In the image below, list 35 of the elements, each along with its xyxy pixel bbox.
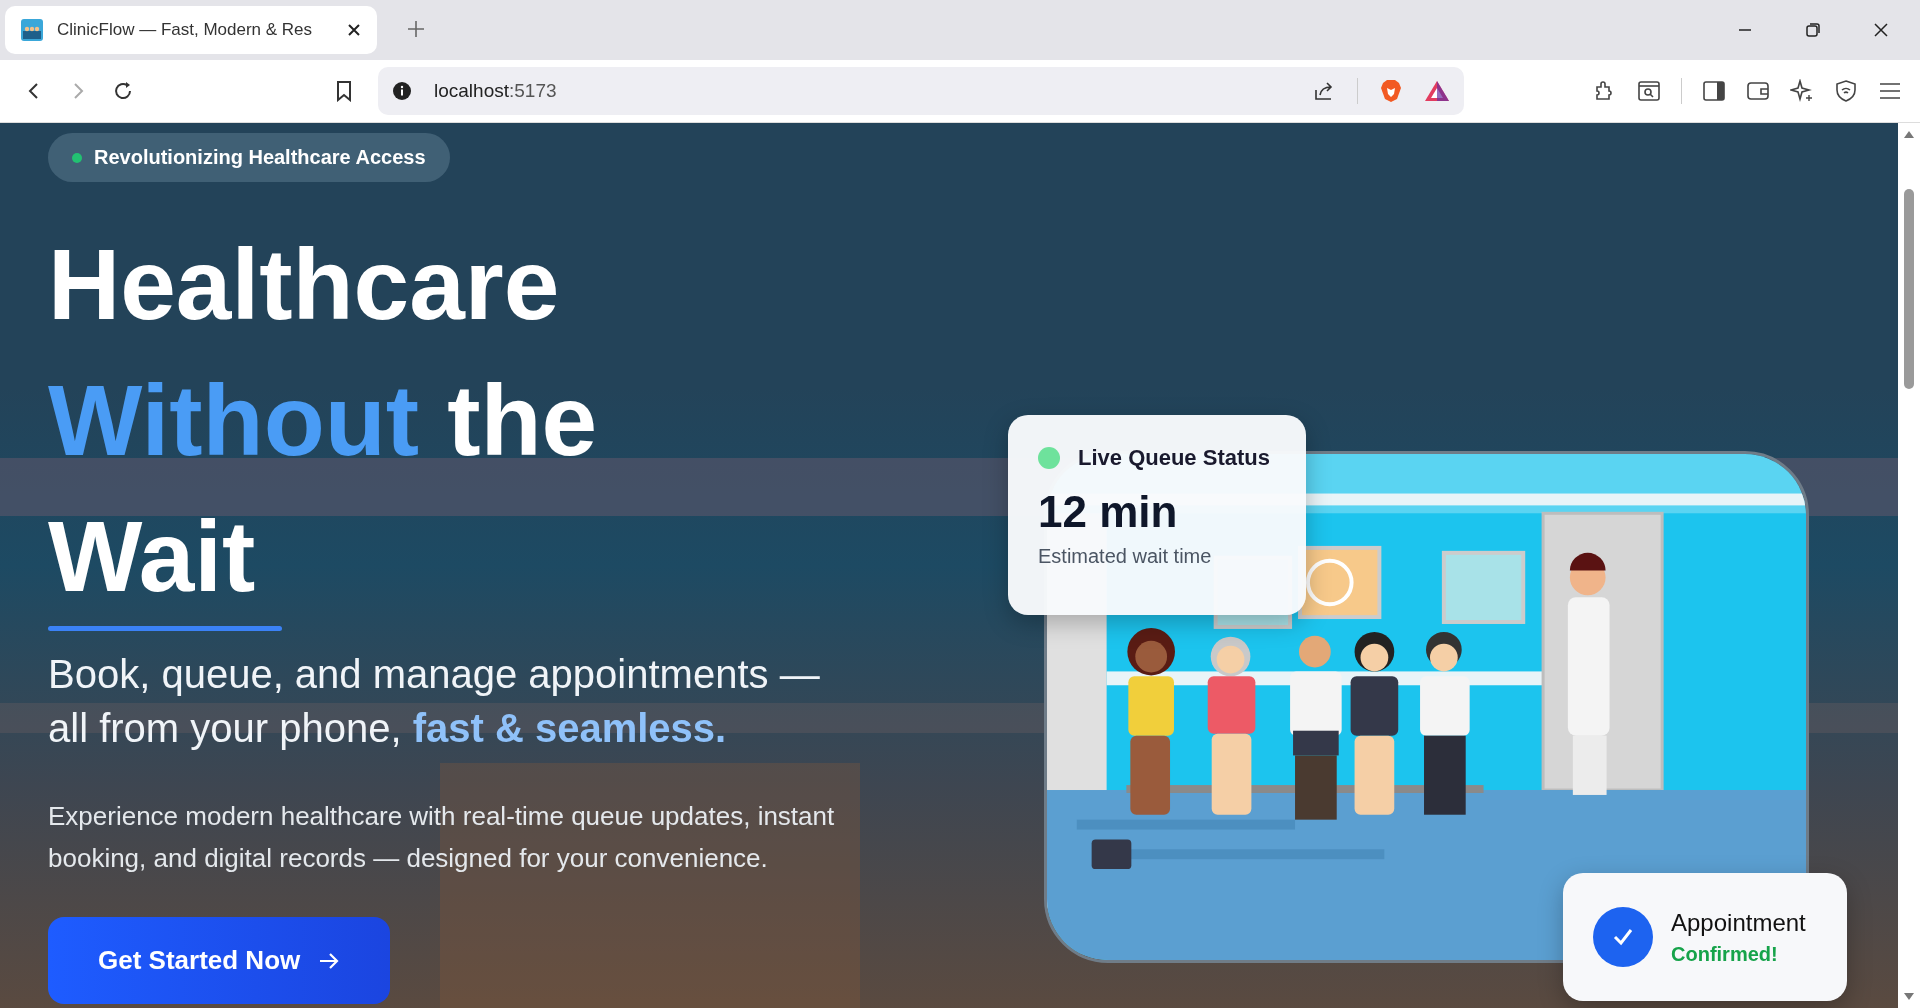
close-tab-icon[interactable] (347, 23, 361, 37)
restore-icon[interactable] (1805, 22, 1821, 38)
wait-time-value: 12 min (1038, 487, 1179, 537)
wallet-icon[interactable] (1746, 79, 1770, 103)
description-text: Experience modern healthcare with real-time queue updates, instant booking, and digital records — designed for your convenience. (48, 800, 836, 875)
browser-tab[interactable]: ClinicFlow — Fast, Modern & Res (5, 6, 377, 54)
subtitle-text: Book, queue, and manage appointments — all from your phone, fast & seamless. (48, 651, 821, 752)
headline-text: the (447, 363, 598, 478)
get-started-button[interactable]: Get Started Now (48, 917, 391, 1004)
headline-text: Healthcare (48, 227, 560, 342)
sparkle-icon[interactable] (1790, 79, 1814, 103)
lion-shield-icon[interactable] (1380, 79, 1402, 103)
reload-icon[interactable] (112, 80, 134, 102)
badge-label: Revolutionizing Healthcare Access (94, 146, 426, 169)
address-bar[interactable]: localhost:5173 (378, 67, 1464, 115)
headline-text: Without (48, 363, 420, 478)
scroll-up-icon[interactable] (1903, 129, 1915, 139)
appointment-title: Appointment (1671, 908, 1806, 937)
scrollbar-thumb[interactable] (1904, 189, 1914, 389)
new-tab-icon[interactable] (407, 20, 425, 38)
sidebar-icon[interactable] (1702, 79, 1726, 103)
arrow-right-icon (318, 950, 341, 971)
close-icon[interactable] (1873, 22, 1889, 38)
queue-card-title: Live Queue Status (1078, 445, 1270, 471)
scroll-down-icon[interactable] (1903, 992, 1915, 1002)
headline-text: Wait (48, 499, 256, 614)
share-icon[interactable] (1313, 80, 1335, 102)
clinic-favicon-icon (21, 19, 43, 41)
triangle-icon[interactable] (1424, 80, 1450, 102)
wait-time-caption: Estimated wait time (1038, 545, 1213, 568)
shield-icon[interactable] (1834, 79, 1858, 103)
bookmark-icon[interactable] (334, 80, 354, 102)
appointment-status: Confirmed! (1671, 942, 1779, 966)
info-icon (392, 81, 412, 101)
page-search-icon[interactable] (1637, 79, 1661, 103)
